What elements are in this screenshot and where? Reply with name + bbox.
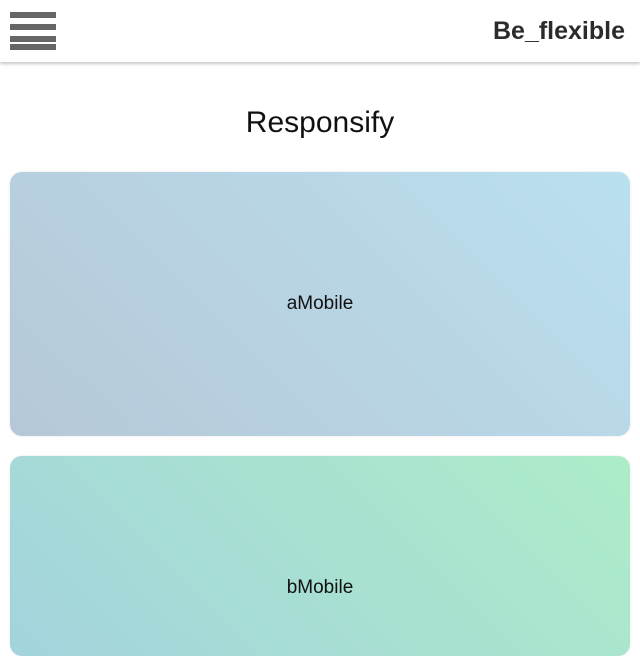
menu-bar: [10, 12, 56, 18]
hamburger-menu-icon[interactable]: [10, 12, 56, 50]
card-label: aMobile: [286, 293, 354, 314]
card-bmobile[interactable]: bMobile: [10, 456, 630, 656]
top-header: Be_flexible: [0, 0, 640, 62]
menu-bar: [10, 24, 56, 30]
card-label: bMobile: [286, 577, 354, 598]
page-title: Responsify: [245, 106, 395, 139]
card-amobile[interactable]: aMobile: [10, 172, 630, 436]
brand-title[interactable]: Be_flexible: [493, 15, 625, 47]
menu-bar: [10, 36, 56, 42]
menu-bar: [10, 44, 56, 50]
